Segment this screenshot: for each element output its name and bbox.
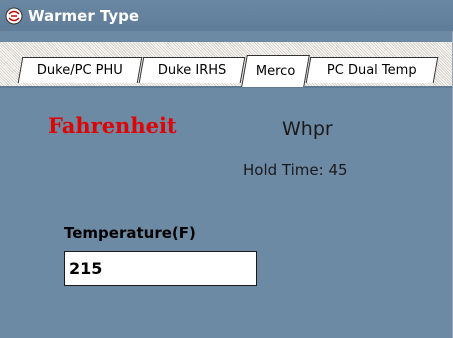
tab-duke-pc-phu[interactable]: Duke/PC PHU	[17, 57, 143, 83]
window-title: Warmer Type	[28, 6, 140, 25]
tab-pc-dual-temp[interactable]: PC Dual Temp	[305, 57, 439, 83]
tab-duke-irhs[interactable]: Duke IRHS	[138, 57, 246, 83]
title-bar: Warmer Type	[0, 0, 453, 31]
warmer-name: Whpr	[282, 118, 333, 140]
unit-label: Fahrenheit	[48, 113, 177, 138]
hold-time: Hold Time: 45	[243, 161, 348, 179]
temperature-input[interactable]	[64, 251, 257, 286]
temperature-label: Temperature(F)	[64, 224, 196, 242]
app-icon	[4, 6, 24, 26]
tab-merco[interactable]: Merco	[241, 55, 310, 87]
